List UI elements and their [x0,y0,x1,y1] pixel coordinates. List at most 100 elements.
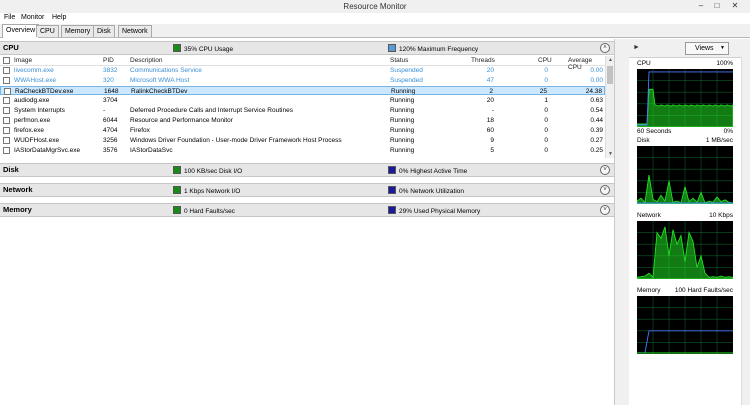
close-button[interactable]: ✕ [728,1,742,11]
table-row[interactable]: WUDFHost.exe 3256 Windows Driver Foundatio… [0,136,605,145]
table-row[interactable]: RaCheckBTDev.exe 1648 RalinkCheckBTDev Runn… [0,86,605,95]
column-image[interactable]: Image [14,57,32,64]
menu-help[interactable]: Help [52,14,66,21]
cell-cpu: 25 [539,88,547,95]
table-row[interactable]: WWAHost.exe 320 Microsoft WWA Host Suspende… [0,76,605,85]
cell-avg: 0.63 [590,97,603,104]
cell-threads: 20 [486,97,494,104]
disk-section-header[interactable]: Disk 100 KB/sec Disk I/O 0% Highest Acti… [0,163,614,177]
cell-image: audiodg.exe [14,97,50,104]
expand-icon[interactable]: ˅ [600,165,610,175]
row-checkbox[interactable] [3,147,10,154]
cell-threads: 9 [490,137,494,144]
table-row[interactable]: IAStorDataMgrSvc.exe 3576 IAStorDataSvc Run… [0,146,605,155]
expand-icon[interactable]: ˅ [600,205,610,215]
memory-section-header[interactable]: Memory 0 Hard Faults/sec 29% Used Physic… [0,203,614,217]
cell-cpu: 0 [544,77,548,84]
column-pid[interactable]: PID [103,57,114,64]
row-checkbox[interactable] [3,137,10,144]
row-checkbox[interactable] [3,97,10,104]
expand-icon[interactable]: ˅ [600,185,610,195]
column-status[interactable]: Status [390,57,408,64]
column-cpu[interactable]: CPU [538,57,552,64]
cell-pid: 3256 [103,137,118,144]
tab-bar: Overview CPU Memory Disk Network [0,24,750,38]
tab-overview[interactable]: Overview [2,24,40,38]
views-dropdown[interactable]: Views ▼ [685,42,729,55]
table-row[interactable]: audiodg.exe 3704 Running 20 1 0.63 [0,96,605,105]
window-title: Resource Monitor [343,2,407,11]
network-io-indicator: 1 Kbps Network I/O [173,186,240,195]
column-description[interactable]: Description [130,57,163,64]
row-checkbox[interactable] [3,127,10,134]
memory-section-title: Memory [3,205,32,214]
table-scrollbar[interactable]: ▲ ▼ [605,56,614,158]
graph-pane-scrollbar[interactable] [741,57,750,405]
column-threads[interactable]: Threads [471,57,495,64]
cell-pid: 3704 [103,97,118,104]
table-row[interactable]: firefox.exe 4704 Firefox Running 60 0 0.39 [0,126,605,135]
graph-pane-toolbar: ► Views ▼ [629,39,750,58]
scroll-thumb[interactable] [607,66,613,84]
network-graph-max: 10 Kbps [709,212,733,219]
legend-swatch [388,186,396,194]
table-row[interactable]: perfmon.exe 6044 Resource and Performance … [0,116,605,125]
cell-desc: Firefox [130,127,150,134]
row-checkbox[interactable] [3,67,10,74]
legend-swatch [173,166,181,174]
cell-cpu: 0 [544,107,548,114]
table-row[interactable]: System Interrupts - Deferred Procedure Cal… [0,106,605,115]
disk-graph [637,146,733,204]
cell-threads: 60 [486,127,494,134]
network-util-indicator: 0% Network Utilization [388,186,464,195]
cell-desc: RalinkCheckBTDev [131,88,188,95]
row-checkbox[interactable] [3,107,10,114]
network-section-header[interactable]: Network 1 Kbps Network I/O 0% Network Ut… [0,183,614,197]
menu-file[interactable]: File [4,14,15,21]
cpu-graph-footer: 60 Seconds 0% [637,128,733,135]
menu-monitor[interactable]: Monitor [21,14,44,21]
row-checkbox[interactable] [3,77,10,84]
tab-network[interactable]: Network [118,25,152,37]
cell-status: Running [391,88,416,95]
network-section-title: Network [3,185,33,194]
collapse-pane-icon[interactable]: ► [633,44,640,51]
maximize-button[interactable]: □ [710,1,724,11]
cell-desc: IAStorDataSvc [130,147,173,154]
tab-memory[interactable]: Memory [61,25,95,37]
cell-pid: - [103,107,106,114]
tab-cpu[interactable]: CPU [36,25,59,37]
cell-pid: 1648 [104,88,119,95]
cpu-section-header[interactable]: CPU 35% CPU Usage 120% Maximum Frequency… [0,41,614,55]
minimize-button[interactable]: – [694,1,708,11]
row-checkbox[interactable] [4,88,11,95]
cell-cpu: 0 [544,117,548,124]
scroll-down-icon[interactable]: ▼ [606,150,614,158]
cell-avg: 24.38 [585,88,602,95]
cell-status: Running [390,97,415,104]
cell-pid: 3576 [103,147,118,154]
table-row[interactable]: livecomm.exe 3832 Communications Service Su… [0,66,605,75]
legend-swatch [388,166,396,174]
cpu-process-table: Image PID Description Status Threads CPU… [0,56,614,158]
cell-desc: Deferred Procedure Calls and Interrupt S… [130,107,293,114]
cell-avg: 0.00 [590,77,603,84]
cell-threads: 2 [489,88,493,95]
legend-swatch [173,206,181,214]
scroll-up-icon[interactable]: ▲ [606,56,614,64]
menu-bar: File Monitor Help [0,13,750,24]
collapse-icon[interactable]: ˄ [600,43,610,53]
memory-used-indicator: 29% Used Physical Memory [388,206,480,215]
legend-swatch [388,206,396,214]
row-checkbox[interactable] [3,117,10,124]
pane-splitter[interactable] [614,39,630,405]
select-all-checkbox[interactable] [3,57,10,64]
tab-disk[interactable]: Disk [93,25,115,37]
disk-section-title: Disk [3,165,19,174]
cell-status: Running [390,127,415,134]
cell-avg: 0.44 [590,117,603,124]
cell-pid: 6044 [103,117,118,124]
cell-avg: 0.39 [590,127,603,134]
cell-cpu: 0 [544,137,548,144]
cell-image: WWAHost.exe [14,77,57,84]
